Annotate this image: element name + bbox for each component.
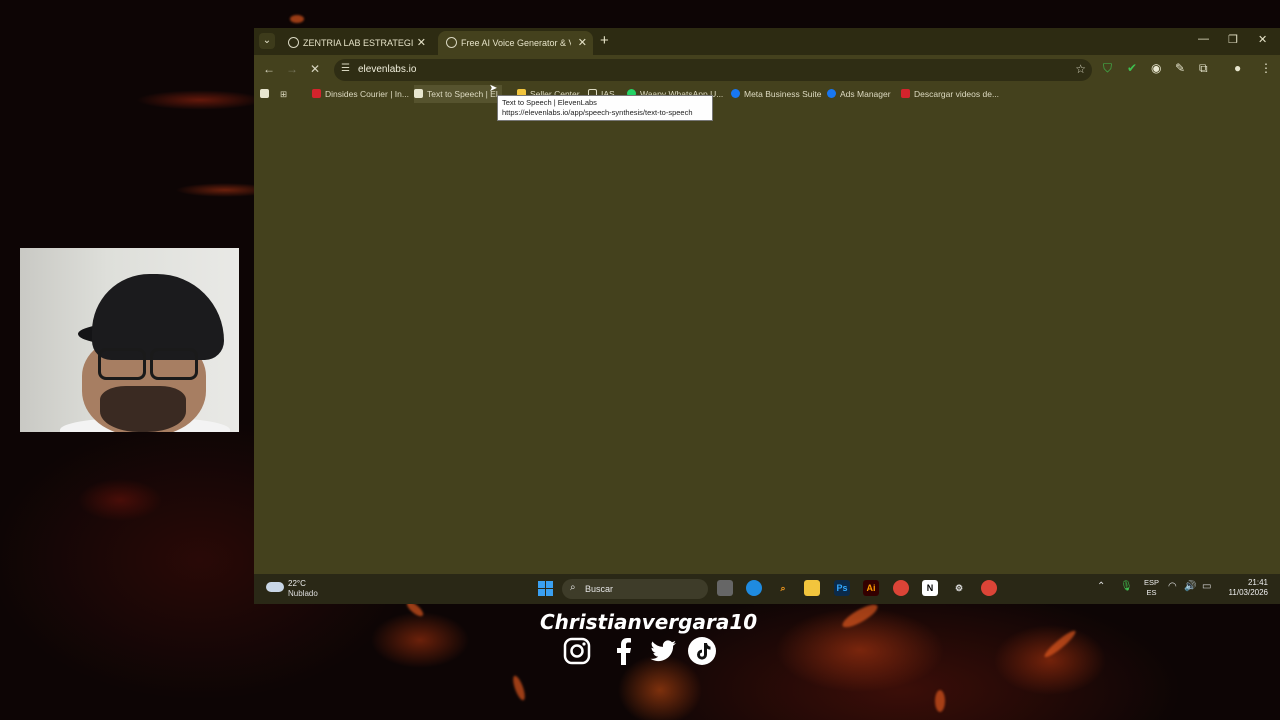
- start-button[interactable]: [538, 581, 553, 596]
- tab-elevenlabs[interactable]: Free AI Voice Generator & Voic ✕: [438, 31, 593, 55]
- search-icon: ⌕: [570, 582, 576, 593]
- minimize-button[interactable]: —: [1198, 33, 1209, 45]
- show-hidden-icons-icon[interactable]: ⌃: [1097, 581, 1105, 592]
- site-info-icon[interactable]: ☰: [341, 63, 350, 74]
- search-app-icon[interactable]: ⌕: [775, 580, 791, 596]
- apps-grid-icon[interactable]: ⊞: [280, 85, 287, 103]
- forward-button[interactable]: →: [286, 62, 298, 76]
- cloud-icon[interactable]: [266, 582, 284, 592]
- close-window-button[interactable]: ✕: [1258, 33, 1267, 46]
- tab-strip: ⌄ ZENTRIA LAB ESTRATEGIAS - G ✕ Free AI …: [254, 28, 1280, 55]
- profile-avatar[interactable]: ●: [1234, 61, 1241, 75]
- tab-close-icon[interactable]: ✕: [417, 36, 426, 49]
- tab-search-button[interactable]: ⌄: [259, 33, 275, 49]
- tiktok-icon: [688, 637, 716, 665]
- bookmark-label: Meta Business Suite: [744, 89, 822, 99]
- bookmark-label: Descargar videos de...: [914, 89, 1000, 99]
- lang-bottom: ES: [1146, 588, 1157, 597]
- bookmark-label: Text to Speech | El: [427, 89, 498, 99]
- wifi-icon[interactable]: ◠: [1168, 581, 1177, 592]
- windows-taskbar: 22°C Nublado ⌕ Buscar ⌕ Ps Ai N ⚙ ⌃ 🎙 ES…: [254, 574, 1280, 604]
- bookmark-label: Ads Manager: [840, 89, 891, 99]
- bookmark-item[interactable]: Dinsides Courier | In...: [312, 85, 409, 103]
- bookmark-item[interactable]: Ads Manager: [827, 85, 891, 103]
- creator-handle: Christianvergara10: [540, 610, 758, 634]
- search-label: Buscar: [585, 584, 614, 594]
- tab-favicon-icon: [446, 37, 457, 48]
- task-view-icon[interactable]: [717, 580, 733, 596]
- volume-icon[interactable]: 🔊: [1184, 581, 1196, 592]
- clock-date: 11/03/2026: [1228, 588, 1268, 597]
- menu-kebab-icon[interactable]: ⋮: [1260, 61, 1272, 75]
- weather-temperature[interactable]: 22°C: [288, 579, 306, 588]
- browser-toolbar: ← → ✕ ☰ elevenlabs.io ☆ ⛉ ✔ ◉ ✎ ⧉ ● ⋮: [254, 55, 1280, 85]
- lang-top: ESP: [1144, 578, 1160, 587]
- flame-ember: [290, 15, 304, 23]
- chrome-active-icon[interactable]: [981, 580, 997, 596]
- photoshop-icon[interactable]: Ps: [834, 580, 850, 596]
- language-indicator[interactable]: ESP ES: [1144, 578, 1159, 598]
- bookmark-checkbox-icon[interactable]: [260, 85, 273, 103]
- extension-circle-icon[interactable]: ◉: [1151, 61, 1161, 75]
- edge-icon[interactable]: [746, 580, 762, 596]
- url-text[interactable]: elevenlabs.io: [358, 64, 416, 75]
- shield-extension-icon[interactable]: ⛉: [1103, 61, 1112, 76]
- webcam-feed: [20, 248, 239, 432]
- settings-icon[interactable]: ⚙: [951, 580, 967, 596]
- bookmark-item[interactable]: Descargar videos de...: [901, 85, 999, 103]
- bookmark-item[interactable]: Meta Business Suite: [731, 85, 821, 103]
- restore-button[interactable]: ❐: [1228, 33, 1238, 46]
- tab-title: ZENTRIA LAB ESTRATEGIAS - G: [303, 38, 413, 48]
- system-clock[interactable]: 21:41 11/03/2026: [1226, 578, 1268, 598]
- flame-ember: [935, 690, 945, 712]
- bookmark-star-icon[interactable]: ☆: [1075, 62, 1086, 76]
- bookmark-label: Dinsides Courier | In...: [325, 89, 409, 99]
- battery-icon[interactable]: ▭: [1202, 581, 1211, 592]
- pen-extension-icon[interactable]: ✎: [1175, 61, 1185, 75]
- new-tab-button[interactable]: +: [600, 32, 609, 49]
- mouse-cursor-icon: ➤: [489, 83, 498, 94]
- stop-loading-button[interactable]: ✕: [310, 62, 320, 76]
- facebook-icon: [617, 638, 631, 665]
- tab-favicon-icon: [288, 37, 299, 48]
- bookmark-tooltip: Text to Speech | ElevenLabs https://elev…: [497, 95, 713, 121]
- tab-zentria[interactable]: ZENTRIA LAB ESTRATEGIAS - G ✕: [280, 31, 432, 55]
- weather-description[interactable]: Nublado: [288, 589, 318, 598]
- illustrator-icon[interactable]: Ai: [863, 580, 879, 596]
- twitter-icon: [650, 640, 676, 662]
- browser-window: ⌄ ZENTRIA LAB ESTRATEGIAS - G ✕ Free AI …: [254, 28, 1280, 574]
- clock-time: 21:41: [1247, 578, 1268, 587]
- file-explorer-icon[interactable]: [804, 580, 820, 596]
- microphone-icon[interactable]: 🎙: [1120, 581, 1133, 592]
- tooltip-title: Text to Speech | ElevenLabs: [502, 98, 597, 107]
- tooltip-url: https://elevenlabs.io/app/speech-synthes…: [502, 108, 693, 117]
- bookmarks-bar: ⊞ Dinsides Courier | In... Text to Speec…: [254, 85, 1280, 103]
- chrome-icon[interactable]: [893, 580, 909, 596]
- tab-close-icon[interactable]: ✕: [578, 36, 587, 49]
- taskbar-search-box[interactable]: ⌕ Buscar: [562, 579, 708, 599]
- tab-title: Free AI Voice Generator & Voic: [461, 38, 571, 48]
- notion-icon[interactable]: N: [922, 580, 938, 596]
- address-bar[interactable]: ☰ elevenlabs.io ☆: [334, 59, 1092, 81]
- back-button[interactable]: ←: [263, 62, 275, 76]
- check-extension-icon[interactable]: ✔: [1127, 61, 1137, 75]
- extensions-puzzle-icon[interactable]: ⧉: [1199, 61, 1208, 76]
- instagram-icon: [563, 637, 591, 665]
